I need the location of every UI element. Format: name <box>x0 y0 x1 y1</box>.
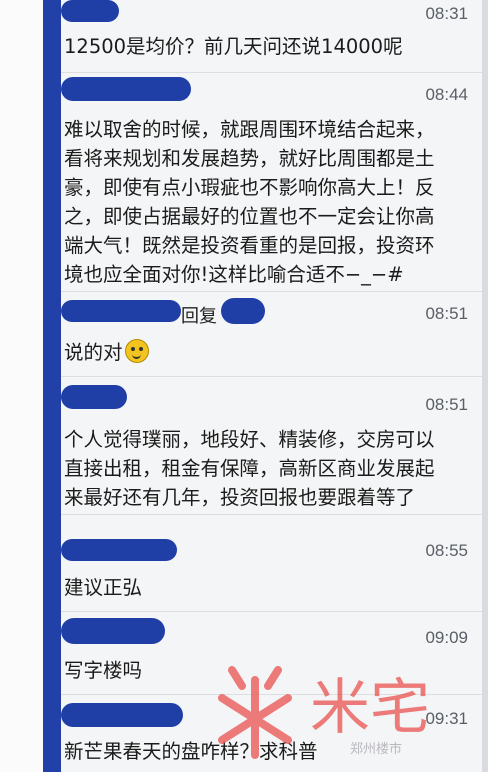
message-text: 12500是均价？前几天问还说14000呢 <box>64 35 403 58</box>
chat-message[interactable]: 08:44 难以取舍的时候，就跟周围环境结合起来， 看将来规划和发展趋势，就好比… <box>61 73 482 292</box>
message-time: 09:09 <box>425 628 468 647</box>
redacted-username <box>61 385 127 409</box>
watermark-site-text: 郑州楼市 <box>350 742 403 757</box>
smiley-emoji-icon <box>124 339 149 363</box>
message-time: 08:55 <box>425 541 468 560</box>
redacted-username <box>61 300 181 322</box>
message-text: 说的对 <box>64 338 474 367</box>
chat-message[interactable]: 回复 08:51 说的对 <box>61 292 482 377</box>
message-time: 08:31 <box>425 4 468 23</box>
message-text-content: 说的对 <box>64 341 123 364</box>
scroll-edge <box>482 0 488 772</box>
watermark-logo-text: 米宅 <box>310 673 430 743</box>
message-text: 个人觉得璞丽，地段好、精装修，交房可以 直接出租，租金有保障，高新区商业发展起 … <box>64 428 435 509</box>
redacted-username <box>61 539 177 561</box>
message-time: 08:44 <box>425 85 468 104</box>
message-time: 08:51 <box>425 304 468 323</box>
redacted-username <box>61 618 165 644</box>
message-text: 难以取舍的时候，就跟周围环境结合起来， 看将来规划和发展趋势，就好比周围都是土 … <box>64 118 435 286</box>
reply-label: 回复 <box>181 306 217 327</box>
redacted-username <box>61 703 183 727</box>
message-text: 建议正弘 <box>64 576 143 599</box>
redacted-username <box>61 77 191 101</box>
redacted-reply-target <box>221 298 265 324</box>
left-panel <box>0 0 43 772</box>
mizhai-watermark-logo: 米宅 <box>218 666 430 759</box>
chat-message[interactable]: 08:51 个人觉得璞丽，地段好、精装修，交房可以 直接出租，租金有保障，高新区… <box>61 377 482 515</box>
chat-message[interactable]: 08:31 12500是均价？前几天问还说14000呢 <box>61 0 482 73</box>
snowflake-logo-icon <box>218 666 292 759</box>
blue-redaction-strip <box>43 0 61 772</box>
message-time: 08:51 <box>425 395 468 414</box>
redacted-username <box>61 0 119 22</box>
chat-message[interactable]: 08:55 建议正弘 <box>61 515 482 612</box>
